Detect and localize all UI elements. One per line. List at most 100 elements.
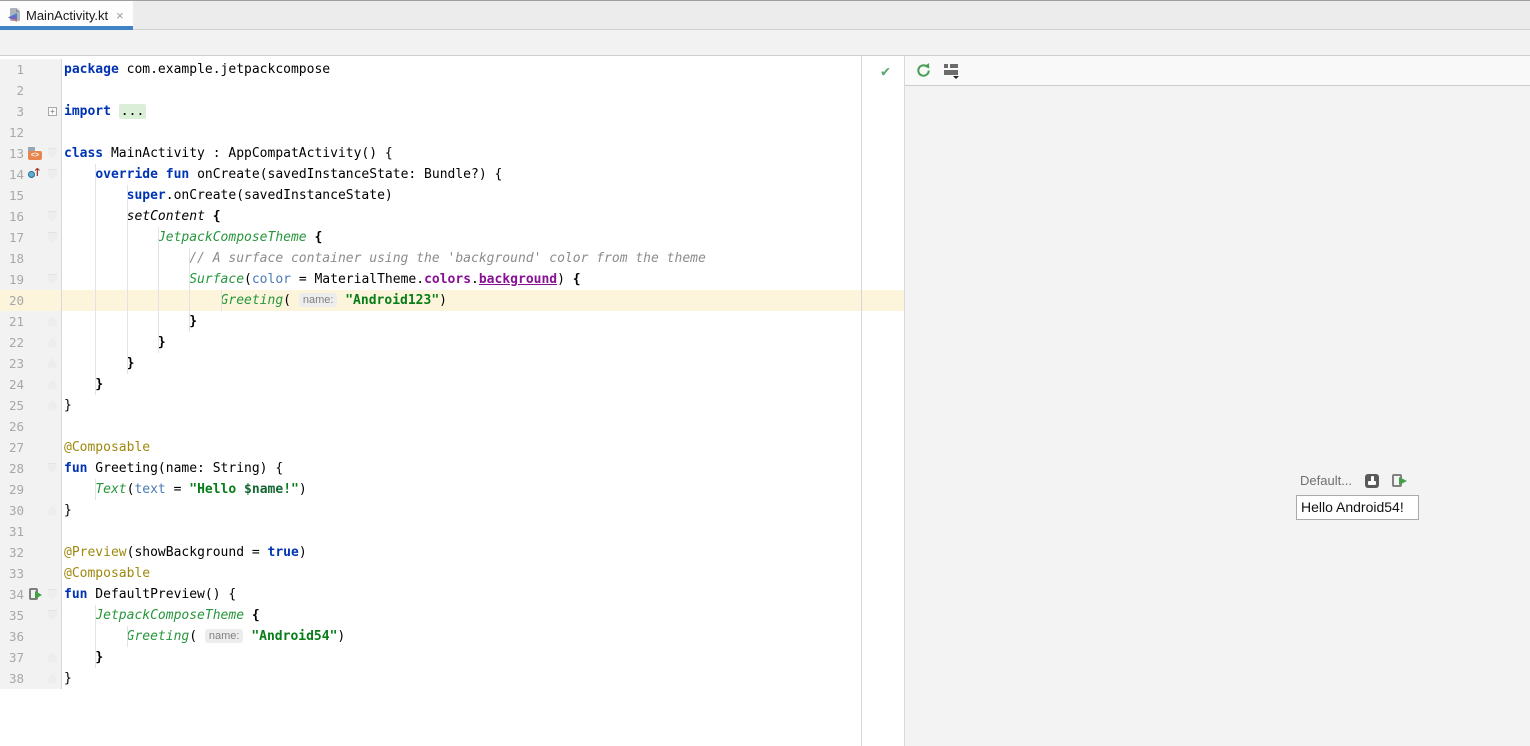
gutter[interactable]: 21 [0, 311, 62, 332]
gutter[interactable]: 16 [0, 206, 62, 227]
line-number: 34 [8, 587, 24, 602]
gutter[interactable]: 29 [0, 479, 62, 500]
code-line[interactable]: 23 } [0, 353, 904, 374]
fold-marker[interactable] [48, 358, 57, 369]
gutter[interactable]: 24 [0, 374, 62, 395]
line-number: 33 [8, 566, 24, 581]
related-layout-icon[interactable]: <> [28, 147, 42, 160]
code-line[interactable]: 18 // A surface container using the 'bac… [0, 248, 904, 269]
gutter[interactable]: 12 [0, 122, 62, 143]
code-line[interactable]: 27 @Composable [0, 437, 904, 458]
code-line[interactable]: 29 Text(text = "Hello $name!") [0, 479, 904, 500]
inspections-ok-check-icon[interactable]: ✔ [881, 62, 897, 80]
code-line[interactable]: 30} [0, 500, 904, 521]
code-line[interactable]: 17 JetpackComposeTheme { [0, 227, 904, 248]
fold-marker[interactable] [48, 148, 57, 159]
preview-name-label[interactable]: Default... [1300, 473, 1352, 488]
code-line[interactable]: 24 } [0, 374, 904, 395]
code-line[interactable]: 1 package com.example.jetpackcompose [0, 59, 904, 80]
code-line[interactable]: 37 } [0, 647, 904, 668]
code-line[interactable]: 31 [0, 521, 904, 542]
code-line[interactable]: 35 JetpackComposeTheme { [0, 605, 904, 626]
code-line[interactable]: 13 <> class MainActivity : AppCompatActivi… [0, 143, 904, 164]
gutter[interactable]: 25 [0, 395, 62, 416]
gutter[interactable]: 38 [0, 668, 62, 689]
code-text: } [189, 314, 198, 329]
gutter[interactable]: 20 [0, 290, 62, 311]
fold-marker[interactable]: + [48, 107, 57, 116]
gutter[interactable]: 36 [0, 626, 62, 647]
fold-marker[interactable] [48, 610, 57, 621]
code-line[interactable]: 12 [0, 122, 904, 143]
code-line[interactable]: 19 Surface(color = MaterialTheme.colors.… [0, 269, 904, 290]
gutter[interactable]: 13 <> [0, 143, 62, 164]
fold-marker[interactable] [48, 274, 57, 285]
interactive-preview-icon[interactable] [1365, 473, 1380, 488]
gutter[interactable]: 35 [0, 605, 62, 626]
code-editor[interactable]: 1 package com.example.jetpackcompose 2 3 + im… [0, 56, 904, 746]
gutter[interactable]: 17 [0, 227, 62, 248]
fold-marker[interactable] [48, 505, 57, 516]
code-line[interactable]: 38} [0, 668, 904, 689]
gutter[interactable]: 3 + [0, 101, 62, 122]
gutter[interactable]: 37 [0, 647, 62, 668]
code-line[interactable]: 32 @Preview(showBackground = true) [0, 542, 904, 563]
gutter[interactable]: 23 [0, 353, 62, 374]
fold-marker[interactable] [48, 232, 57, 243]
gutter[interactable]: 15 [0, 185, 62, 206]
run-preview-gutter-icon[interactable] [28, 588, 42, 601]
code-line[interactable]: 16 setContent { [0, 206, 904, 227]
gutter[interactable]: 1 [0, 59, 62, 80]
code-line[interactable]: 34 fun DefaultPreview() { [0, 584, 904, 605]
code-text: class MainActivity : AppCompatActivity()… [64, 146, 393, 161]
override-method-icon[interactable]: ↑ [28, 166, 42, 181]
gutter[interactable]: 34 [0, 584, 62, 605]
code-text: // A surface container using the 'backgr… [189, 251, 706, 266]
gutter[interactable]: 32 [0, 542, 62, 563]
code-line[interactable]: 2 [0, 80, 904, 101]
code-line[interactable]: 33 @Composable [0, 563, 904, 584]
code-text: package com.example.jetpackcompose [64, 62, 331, 77]
code-line[interactable]: 28 fun Greeting(name: String) { [0, 458, 904, 479]
gutter[interactable]: 14 ↑ [0, 164, 62, 185]
code-line[interactable]: 21 } [0, 311, 904, 332]
fold-marker[interactable] [48, 337, 57, 348]
code-text: @Composable [64, 440, 151, 455]
gutter[interactable]: 33 [0, 563, 62, 584]
fold-marker[interactable] [48, 673, 57, 684]
code-line[interactable]: 26 [0, 416, 904, 437]
code-text: } [64, 503, 72, 518]
layout-options-icon[interactable] [944, 63, 959, 79]
run-preview-icon[interactable] [1392, 473, 1408, 488]
fold-marker[interactable] [48, 589, 57, 600]
gutter[interactable]: 30 [0, 500, 62, 521]
gutter[interactable]: 31 [0, 521, 62, 542]
fold-marker[interactable] [48, 652, 57, 663]
code-line[interactable]: 15 super.onCreate(savedInstanceState) [0, 185, 904, 206]
fold-marker[interactable] [48, 169, 57, 180]
gutter[interactable]: 2 [0, 80, 62, 101]
tab-mainactivity[interactable]: MainActivity.kt × [0, 1, 133, 30]
gutter[interactable]: 22 [0, 332, 62, 353]
code-line[interactable]: 20 Greeting( name: "Android123") [0, 290, 904, 311]
code-line[interactable]: 22 } [0, 332, 904, 353]
fold-marker[interactable] [48, 379, 57, 390]
gutter[interactable]: 28 [0, 458, 62, 479]
gutter[interactable]: 27 [0, 437, 62, 458]
line-number: 27 [8, 440, 24, 455]
fold-marker[interactable] [48, 463, 57, 474]
fold-marker[interactable] [48, 400, 57, 411]
gutter[interactable]: 18 [0, 248, 62, 269]
close-icon[interactable]: × [116, 9, 124, 22]
code-line[interactable]: 36 Greeting( name: "Android54") [0, 626, 904, 647]
fold-marker[interactable] [48, 211, 57, 222]
code-line[interactable]: 25} [0, 395, 904, 416]
build-refresh-icon[interactable] [915, 62, 932, 79]
code-line[interactable]: 3 + import ... [0, 101, 904, 122]
gutter[interactable]: 19 [0, 269, 62, 290]
code-text: } [64, 671, 72, 686]
code-text: Greeting( name: "Android123") [220, 293, 447, 308]
fold-marker[interactable] [48, 316, 57, 327]
code-line[interactable]: 14 ↑ override fun onCreate(savedInstanceS… [0, 164, 904, 185]
gutter[interactable]: 26 [0, 416, 62, 437]
